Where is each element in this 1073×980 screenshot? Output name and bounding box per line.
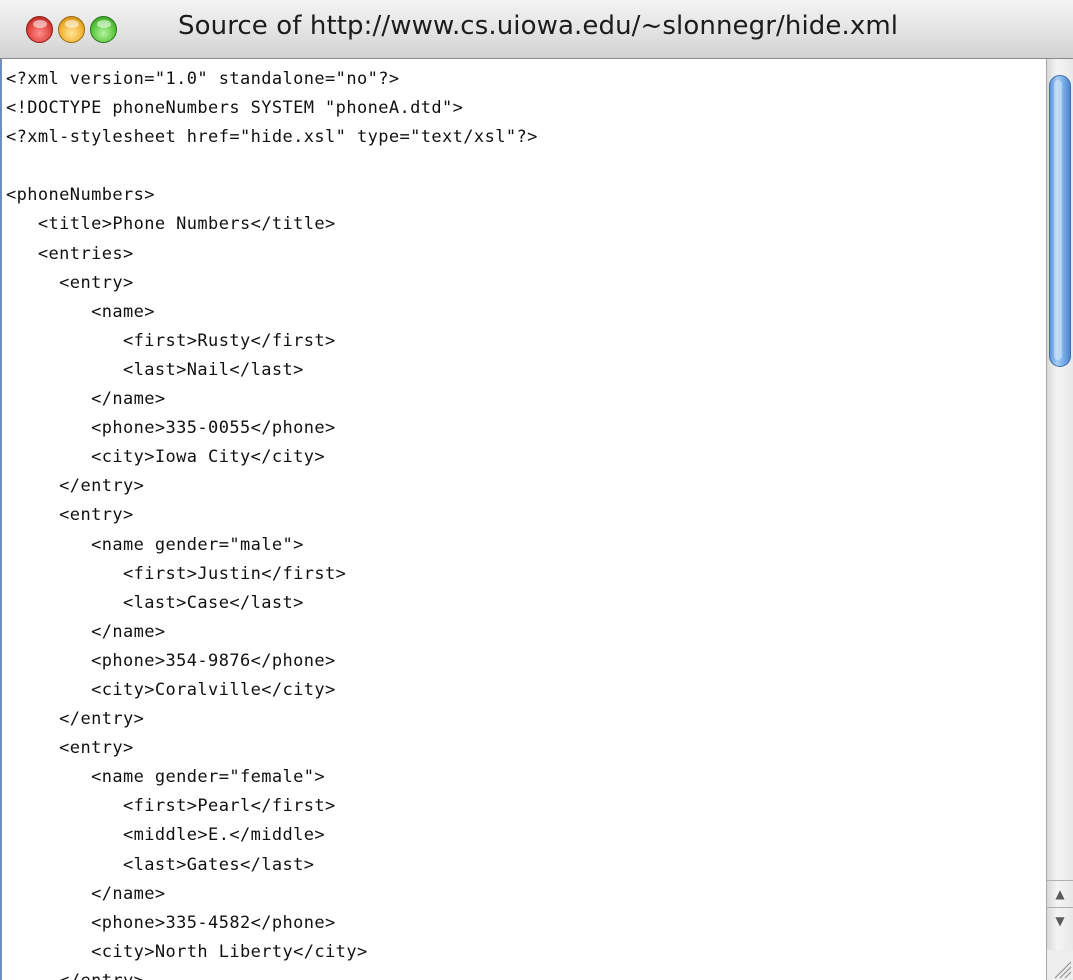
source-line: <entries> xyxy=(6,243,134,264)
source-line xyxy=(6,152,538,181)
window-title: Source of http://www.cs.uiowa.edu/~slonn… xyxy=(178,11,899,41)
resize-grip-icon[interactable] xyxy=(1046,950,1073,980)
source-line: <name gender="female"> xyxy=(6,767,326,788)
source-line: <title>Phone Numbers</title> xyxy=(6,214,336,235)
source-line: <first>Pearl</first> xyxy=(6,796,336,817)
source-line: <last>Case</last> xyxy=(6,592,304,613)
source-line: <entry> xyxy=(6,272,134,293)
title-bar[interactable]: Source of http://www.cs.uiowa.edu/~slonn… xyxy=(0,0,1073,59)
source-line: <phoneNumbers> xyxy=(6,185,155,206)
close-icon[interactable] xyxy=(26,16,53,43)
scrollbar-thumb[interactable] xyxy=(1049,75,1071,367)
source-line: </name> xyxy=(6,883,166,904)
source-line: <first>Rusty</first> xyxy=(6,330,336,351)
source-line: <phone>335-4582</phone> xyxy=(6,912,336,933)
source-line: </entry> xyxy=(6,476,145,497)
source-line: <name gender="male"> xyxy=(6,534,304,555)
source-line: <entry> xyxy=(6,738,134,759)
resize-grip-svg xyxy=(1054,961,1072,979)
minimize-icon[interactable] xyxy=(58,16,85,43)
source-line: </name> xyxy=(6,389,166,410)
source-line: <phone>335-0055</phone> xyxy=(6,418,336,439)
source-line: <city>Coralville</city> xyxy=(6,679,336,700)
scroll-up-icon[interactable]: ▲ xyxy=(1047,880,1073,907)
source-line: <city>North Liberty</city> xyxy=(6,941,368,962)
source-line: <city>Iowa City</city> xyxy=(6,447,326,468)
source-line: </entry> xyxy=(6,709,145,730)
scroll-down-icon[interactable]: ▼ xyxy=(1047,907,1073,934)
source-line: <!DOCTYPE phoneNumbers SYSTEM "phoneA.dt… xyxy=(6,98,464,119)
source-line: <name> xyxy=(6,301,155,322)
source-line: <?xml version="1.0" standalone="no"?> xyxy=(6,69,400,89)
source-code: <?xml version="1.0" standalone="no"?> <!D… xyxy=(6,65,538,980)
source-line: <first>Justin</first> xyxy=(6,563,347,584)
source-line: <phone>354-9876</phone> xyxy=(6,650,336,671)
source-line: </name> xyxy=(6,621,166,642)
source-line: <entry> xyxy=(6,505,134,526)
source-line: <?xml-stylesheet href="hide.xsl" type="t… xyxy=(6,127,538,148)
source-line: </entry> xyxy=(6,967,538,980)
source-window: Source of http://www.cs.uiowa.edu/~slonn… xyxy=(0,0,1073,980)
zoom-icon[interactable] xyxy=(90,16,117,43)
vertical-scrollbar[interactable]: ▲ ▼ xyxy=(1046,59,1073,980)
source-line: <last>Nail</last> xyxy=(6,359,304,380)
source-view[interactable]: <?xml version="1.0" standalone="no"?> <!D… xyxy=(0,59,1046,980)
source-line: <last>Gates</last> xyxy=(6,854,315,875)
source-line: <middle>E.</middle> xyxy=(6,825,326,846)
